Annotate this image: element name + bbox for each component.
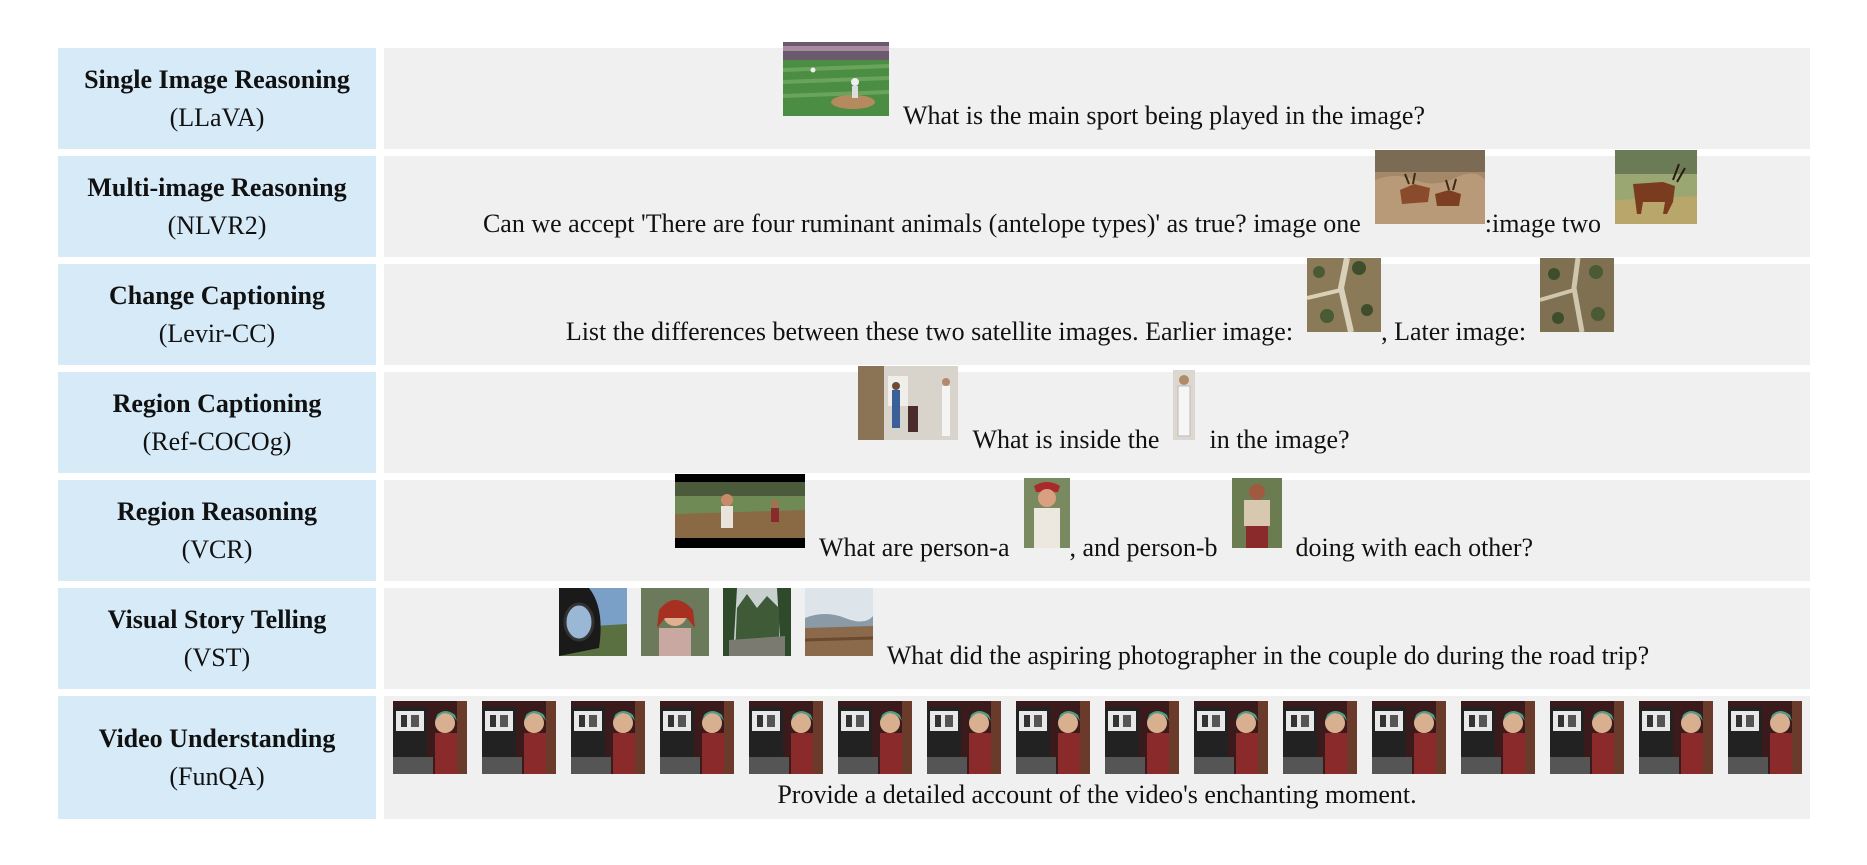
video-frame (659, 701, 734, 774)
prompt-text-2: , and person-b (1069, 533, 1218, 562)
task-cell: Region Captioning (Ref-COCOg) (58, 372, 376, 473)
row-change-captioning: Change Captioning (Levir-CC) List the di… (58, 257, 1810, 365)
dataset-name: (FunQA) (169, 761, 265, 791)
person-crop-photo (1023, 478, 1070, 555)
video-frame (570, 701, 645, 774)
prompt-text-2: , Later image: (1381, 317, 1527, 346)
row-video-understanding: Video Understanding (FunQA) Provide a de… (58, 696, 1810, 819)
video-frame (1371, 701, 1446, 774)
satellite-photo (1306, 257, 1382, 339)
dataset-name: (Ref-COCOg) (142, 426, 292, 456)
task-table: Single Image Reasoning (LLaVA) What is t… (58, 42, 1810, 819)
baseball-photo (782, 42, 890, 123)
prompt-text: List the differences between these two s… (565, 317, 1294, 346)
antelope-photo (1615, 150, 1698, 231)
dataset-name: (VCR) (181, 534, 253, 564)
prompt-text: Can we accept 'There are four ruminant a… (482, 209, 1361, 238)
row-single-image: Single Image Reasoning (LLaVA) What is t… (58, 42, 1810, 149)
story-photo (558, 588, 627, 663)
example-cell: What are person-a , and person-b doing w… (384, 474, 1810, 581)
video-frame (1460, 701, 1535, 774)
task-name: Single Image Reasoning (84, 64, 350, 94)
example-cell: What did the aspiring photographer in th… (384, 588, 1810, 689)
task-cell: Multi-image Reasoning (NLVR2) (58, 156, 376, 257)
antelope-photo (1374, 150, 1485, 231)
task-name: Visual Story Telling (107, 604, 327, 634)
story-photo (640, 588, 709, 663)
task-name: Change Captioning (109, 280, 325, 310)
example-cell: What is inside the in the image? (384, 366, 1810, 473)
video-frame (481, 701, 556, 774)
video-frame (1193, 701, 1268, 774)
prompt-text-3: doing with each other? (1295, 533, 1534, 562)
task-cell: Region Reasoning (VCR) (58, 480, 376, 581)
task-name: Video Understanding (98, 723, 336, 753)
video-frame (1282, 701, 1357, 774)
story-photo (804, 588, 873, 663)
movie-still-photo (674, 474, 805, 555)
task-name: Region Reasoning (116, 496, 318, 526)
task-cell: Visual Story Telling (VST) (58, 588, 376, 689)
video-frame (837, 701, 912, 774)
prompt-text: What is the main sport being played in t… (902, 101, 1426, 130)
room-photo (858, 366, 959, 447)
row-multi-image: Multi-image Reasoning (NLVR2) Can we acc… (58, 150, 1810, 257)
satellite-photo (1539, 257, 1615, 339)
prompt-text: Provide a detailed account of the video'… (777, 780, 1417, 809)
prompt-text: What is inside the (972, 425, 1160, 454)
video-frame (748, 701, 823, 774)
dataset-name: (Levir-CC) (158, 318, 276, 348)
task-cell: Single Image Reasoning (LLaVA) (58, 48, 376, 149)
prompt-text-2: :image two (1484, 209, 1602, 238)
video-frame (1727, 701, 1802, 774)
video-frame (392, 701, 467, 774)
task-cell: Change Captioning (Levir-CC) (58, 264, 376, 365)
video-frame (1638, 701, 1713, 774)
prompt-text-2: in the image? (1209, 425, 1350, 454)
row-visual-story: Visual Story Telling (VST) What did the … (58, 588, 1810, 689)
dataset-name: (NLVR2) (167, 210, 267, 240)
example-cell: Can we accept 'There are four ruminant a… (384, 150, 1810, 257)
row-region-captioning: Region Captioning (Ref-COCOg) What is in… (58, 366, 1810, 473)
example-cell: What is the main sport being played in t… (384, 42, 1810, 149)
video-frame (1549, 701, 1624, 774)
row-region-reasoning: Region Reasoning (VCR) What are person-a (58, 474, 1810, 581)
video-frame (1015, 701, 1090, 774)
video-frame (926, 701, 1001, 774)
person-crop-photo (1231, 478, 1282, 555)
dataset-name: (VST) (183, 642, 251, 672)
prompt-text: What are person-a (818, 533, 1010, 562)
example-cell: Provide a detailed account of the video'… (384, 696, 1810, 819)
video-frames (392, 701, 1802, 774)
person-crop-photo (1173, 370, 1196, 447)
prompt-text: What did the aspiring photographer in th… (886, 641, 1650, 670)
video-frame (1104, 701, 1179, 774)
task-name: Region Captioning (112, 388, 322, 418)
example-cell: List the differences between these two s… (384, 257, 1810, 365)
story-photo (722, 588, 791, 663)
task-cell: Video Understanding (FunQA) (58, 696, 376, 819)
dataset-name: (LLaVA) (169, 102, 265, 132)
task-name: Multi-image Reasoning (87, 172, 347, 202)
